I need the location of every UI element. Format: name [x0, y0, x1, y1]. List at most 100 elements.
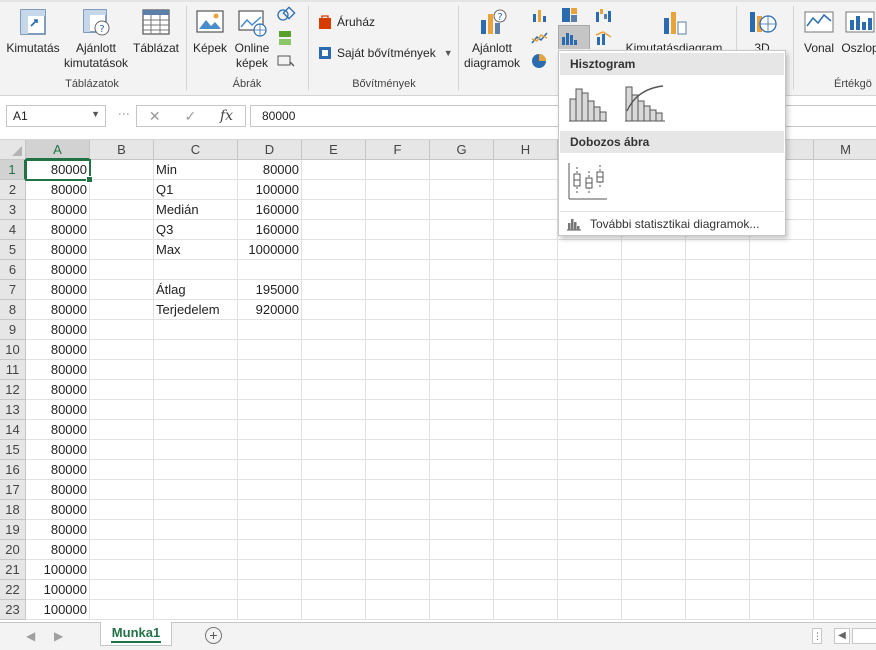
cell-m14[interactable] [814, 420, 876, 440]
cell-g16[interactable] [430, 460, 494, 480]
cell-f20[interactable] [366, 540, 430, 560]
cell-l23[interactable] [750, 600, 814, 620]
cell-c3[interactable]: Medián [154, 200, 238, 220]
cell-l22[interactable] [750, 580, 814, 600]
cell-b20[interactable] [90, 540, 154, 560]
cell-k7[interactable] [686, 280, 750, 300]
cell-g18[interactable] [430, 500, 494, 520]
cell-b21[interactable] [90, 560, 154, 580]
tab-scroll-right-icon[interactable]: ▶ [54, 629, 63, 643]
cell-d13[interactable] [238, 400, 302, 420]
cell-k11[interactable] [686, 360, 750, 380]
cell-i11[interactable] [558, 360, 622, 380]
cell-f10[interactable] [366, 340, 430, 360]
cell-h10[interactable] [494, 340, 558, 360]
scroll-left-icon[interactable]: ◀ [834, 628, 850, 644]
cell-m2[interactable] [814, 180, 876, 200]
cell-g4[interactable] [430, 220, 494, 240]
cell-g6[interactable] [430, 260, 494, 280]
cell-e18[interactable] [302, 500, 366, 520]
cell-l9[interactable] [750, 320, 814, 340]
cell-f14[interactable] [366, 420, 430, 440]
cell-i22[interactable] [558, 580, 622, 600]
cell-b16[interactable] [90, 460, 154, 480]
chevron-down-icon[interactable]: ▼ [91, 109, 100, 119]
row-header-15[interactable]: 15 [0, 440, 26, 460]
cell-j13[interactable] [622, 400, 686, 420]
cell-j16[interactable] [622, 460, 686, 480]
cell-m18[interactable] [814, 500, 876, 520]
cell-b18[interactable] [90, 500, 154, 520]
hierarchy-chart-icon[interactable] [560, 6, 580, 24]
cell-m5[interactable] [814, 240, 876, 260]
cell-g11[interactable] [430, 360, 494, 380]
cell-g3[interactable] [430, 200, 494, 220]
cell-e11[interactable] [302, 360, 366, 380]
cell-i12[interactable] [558, 380, 622, 400]
cell-m3[interactable] [814, 200, 876, 220]
column-header-a[interactable]: A [26, 140, 90, 160]
cell-l5[interactable] [750, 240, 814, 260]
cell-i13[interactable] [558, 400, 622, 420]
cell-f18[interactable] [366, 500, 430, 520]
cell-e22[interactable] [302, 580, 366, 600]
cell-k20[interactable] [686, 540, 750, 560]
cell-k12[interactable] [686, 380, 750, 400]
column-header-m[interactable]: M [814, 140, 876, 160]
row-header-2[interactable]: 2 [0, 180, 26, 200]
cell-h1[interactable] [494, 160, 558, 180]
cell-g10[interactable] [430, 340, 494, 360]
cell-d14[interactable] [238, 420, 302, 440]
cell-d19[interactable] [238, 520, 302, 540]
cell-k15[interactable] [686, 440, 750, 460]
sparkline-line-button[interactable]: Vonal [800, 6, 838, 56]
cell-d5[interactable]: 1000000 [238, 240, 302, 260]
cell-h22[interactable] [494, 580, 558, 600]
cell-a3[interactable]: 80000 [26, 200, 90, 220]
cell-h18[interactable] [494, 500, 558, 520]
column-header-d[interactable]: D [238, 140, 302, 160]
cell-d12[interactable] [238, 380, 302, 400]
row-header-10[interactable]: 10 [0, 340, 26, 360]
cell-k9[interactable] [686, 320, 750, 340]
ellipsis-icon[interactable]: ⋮ [812, 628, 822, 644]
row-header-14[interactable]: 14 [0, 420, 26, 440]
cell-k18[interactable] [686, 500, 750, 520]
cell-i5[interactable] [558, 240, 622, 260]
cell-h5[interactable] [494, 240, 558, 260]
table-button[interactable]: Táblázat [132, 6, 180, 56]
cell-j15[interactable] [622, 440, 686, 460]
cell-j21[interactable] [622, 560, 686, 580]
cell-e13[interactable] [302, 400, 366, 420]
column-header-f[interactable]: F [366, 140, 430, 160]
cell-f19[interactable] [366, 520, 430, 540]
cell-c11[interactable] [154, 360, 238, 380]
cell-c17[interactable] [154, 480, 238, 500]
cell-f11[interactable] [366, 360, 430, 380]
cell-k22[interactable] [686, 580, 750, 600]
cell-m7[interactable] [814, 280, 876, 300]
cell-d2[interactable]: 100000 [238, 180, 302, 200]
histogram-chart-option[interactable] [565, 81, 609, 125]
cell-d4[interactable]: 160000 [238, 220, 302, 240]
cell-c22[interactable] [154, 580, 238, 600]
cell-e5[interactable] [302, 240, 366, 260]
cell-b17[interactable] [90, 480, 154, 500]
cell-k6[interactable] [686, 260, 750, 280]
cell-m19[interactable] [814, 520, 876, 540]
cell-j5[interactable] [622, 240, 686, 260]
cell-g12[interactable] [430, 380, 494, 400]
cell-i9[interactable] [558, 320, 622, 340]
cell-a5[interactable]: 80000 [26, 240, 90, 260]
cell-k21[interactable] [686, 560, 750, 580]
row-header-11[interactable]: 11 [0, 360, 26, 380]
cell-d11[interactable] [238, 360, 302, 380]
cell-a20[interactable]: 80000 [26, 540, 90, 560]
recommended-charts-button[interactable]: ? Ajánlott diagramok [462, 6, 522, 71]
cell-h4[interactable] [494, 220, 558, 240]
cell-e17[interactable] [302, 480, 366, 500]
cell-l15[interactable] [750, 440, 814, 460]
cell-a14[interactable]: 80000 [26, 420, 90, 440]
cell-c23[interactable] [154, 600, 238, 620]
cell-g17[interactable] [430, 480, 494, 500]
